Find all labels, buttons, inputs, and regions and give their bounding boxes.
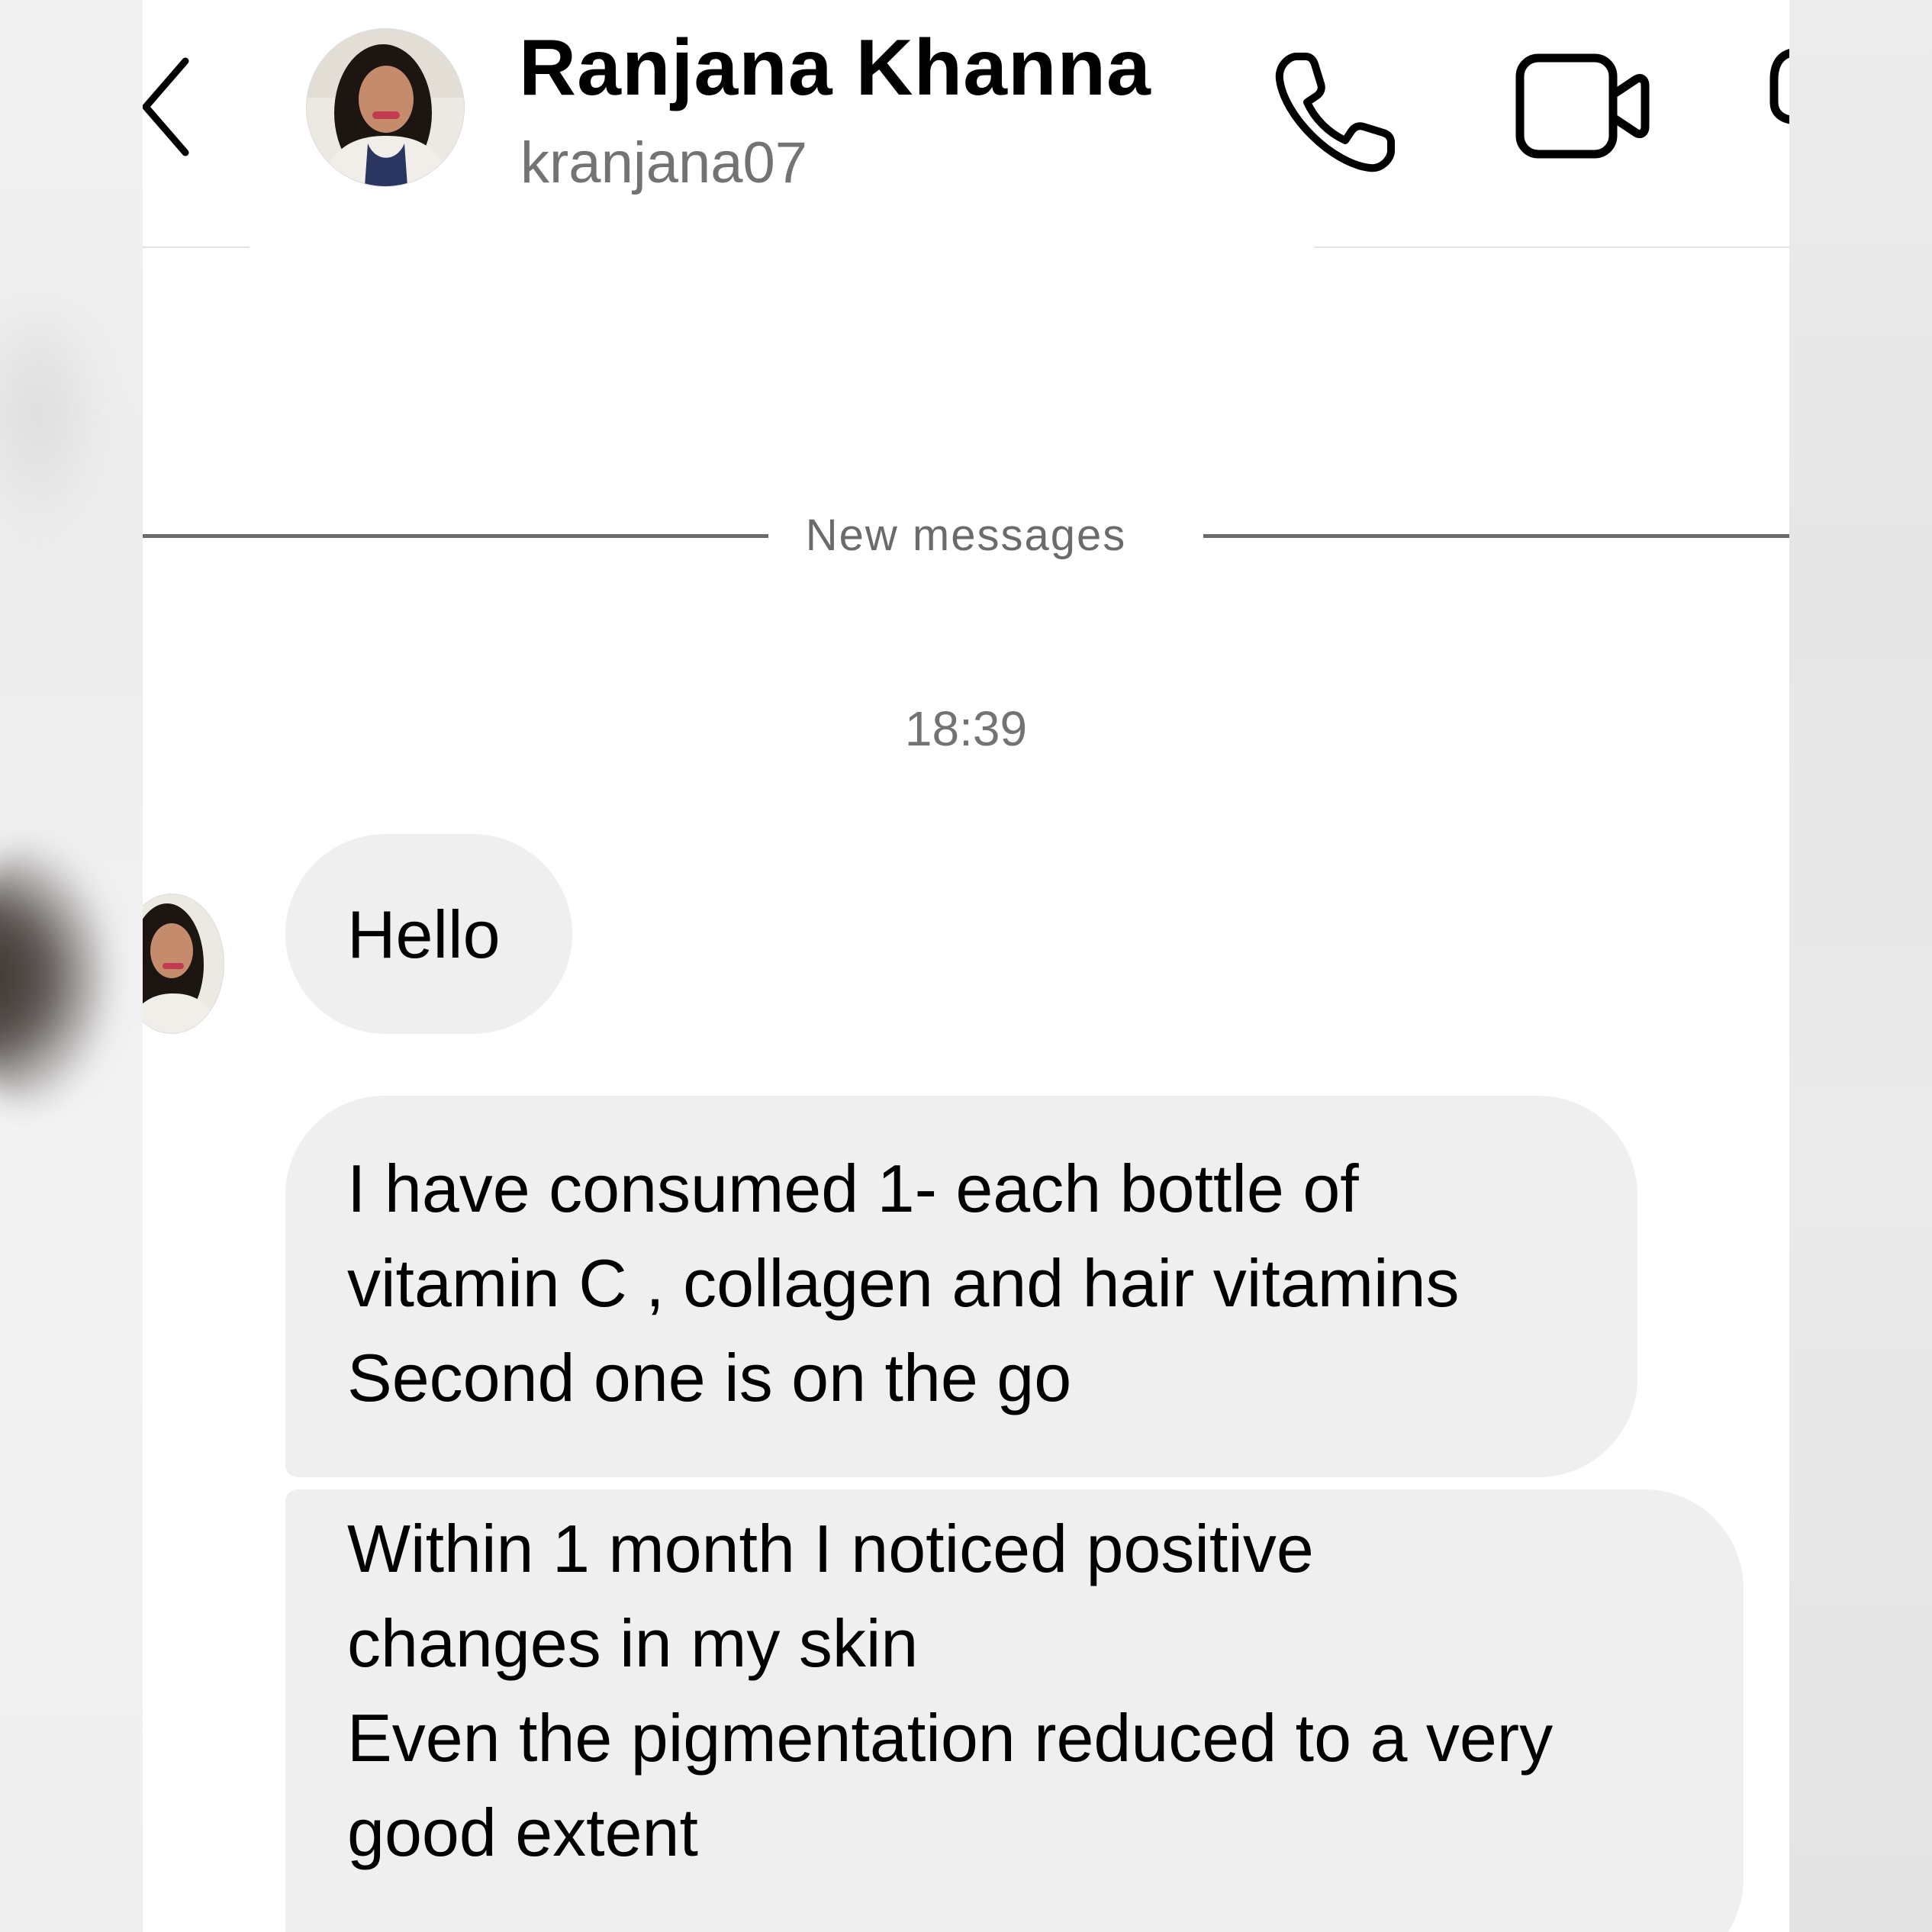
blurred-shape <box>0 290 107 534</box>
info-button[interactable] <box>1768 47 1789 131</box>
message-bubble[interactable]: Hello <box>285 834 572 1034</box>
sender-avatar[interactable] <box>143 894 224 1033</box>
blurred-background-right <box>1789 0 1932 1932</box>
message-bubble[interactable]: Within 1 month I noticed positive change… <box>285 1489 1744 1932</box>
back-button[interactable] <box>143 53 196 160</box>
profile-photo <box>307 29 464 186</box>
contact-username[interactable]: kranjana07 <box>520 130 807 196</box>
chevron-left-icon <box>143 57 189 156</box>
header-divider <box>1314 246 1789 248</box>
chat-header: Ranjana Khanna kranjana07 <box>143 0 1789 248</box>
message-text: changes in my skin <box>347 1605 919 1681</box>
new-messages-label: New messages <box>805 510 1127 560</box>
profile-photo <box>143 894 224 1033</box>
blurred-shape <box>0 847 107 1106</box>
chat-screen: Ranjana Khanna kranjana07 New messages 1… <box>143 0 1789 1932</box>
message-text: Within 1 month I noticed positive <box>347 1511 1314 1586</box>
message-text: I have consumed 1- each bottle of <box>347 1151 1359 1226</box>
audio-call-button[interactable] <box>1272 46 1402 175</box>
message-timestamp: 18:39 <box>904 701 1028 756</box>
contact-name[interactable]: Ranjana Khanna <box>519 23 1151 114</box>
message-text: Second one is on the go <box>347 1340 1072 1415</box>
video-camera-icon <box>1515 53 1650 159</box>
message-text: Even the pigmentation reduced to a very <box>347 1700 1554 1776</box>
info-icon <box>1769 49 1789 124</box>
message-bubble[interactable]: I have consumed 1- each bottle of vitami… <box>285 1096 1637 1477</box>
contact-avatar[interactable] <box>307 29 464 186</box>
phone-icon <box>1275 53 1395 172</box>
message-text: good extent <box>347 1795 698 1870</box>
video-call-button[interactable] <box>1514 47 1651 177</box>
blurred-background-left <box>0 0 143 1932</box>
message-text: Hello <box>347 897 501 972</box>
message-text: vitamin C , collagen and hair vitamins <box>347 1245 1460 1321</box>
header-divider <box>143 246 250 248</box>
